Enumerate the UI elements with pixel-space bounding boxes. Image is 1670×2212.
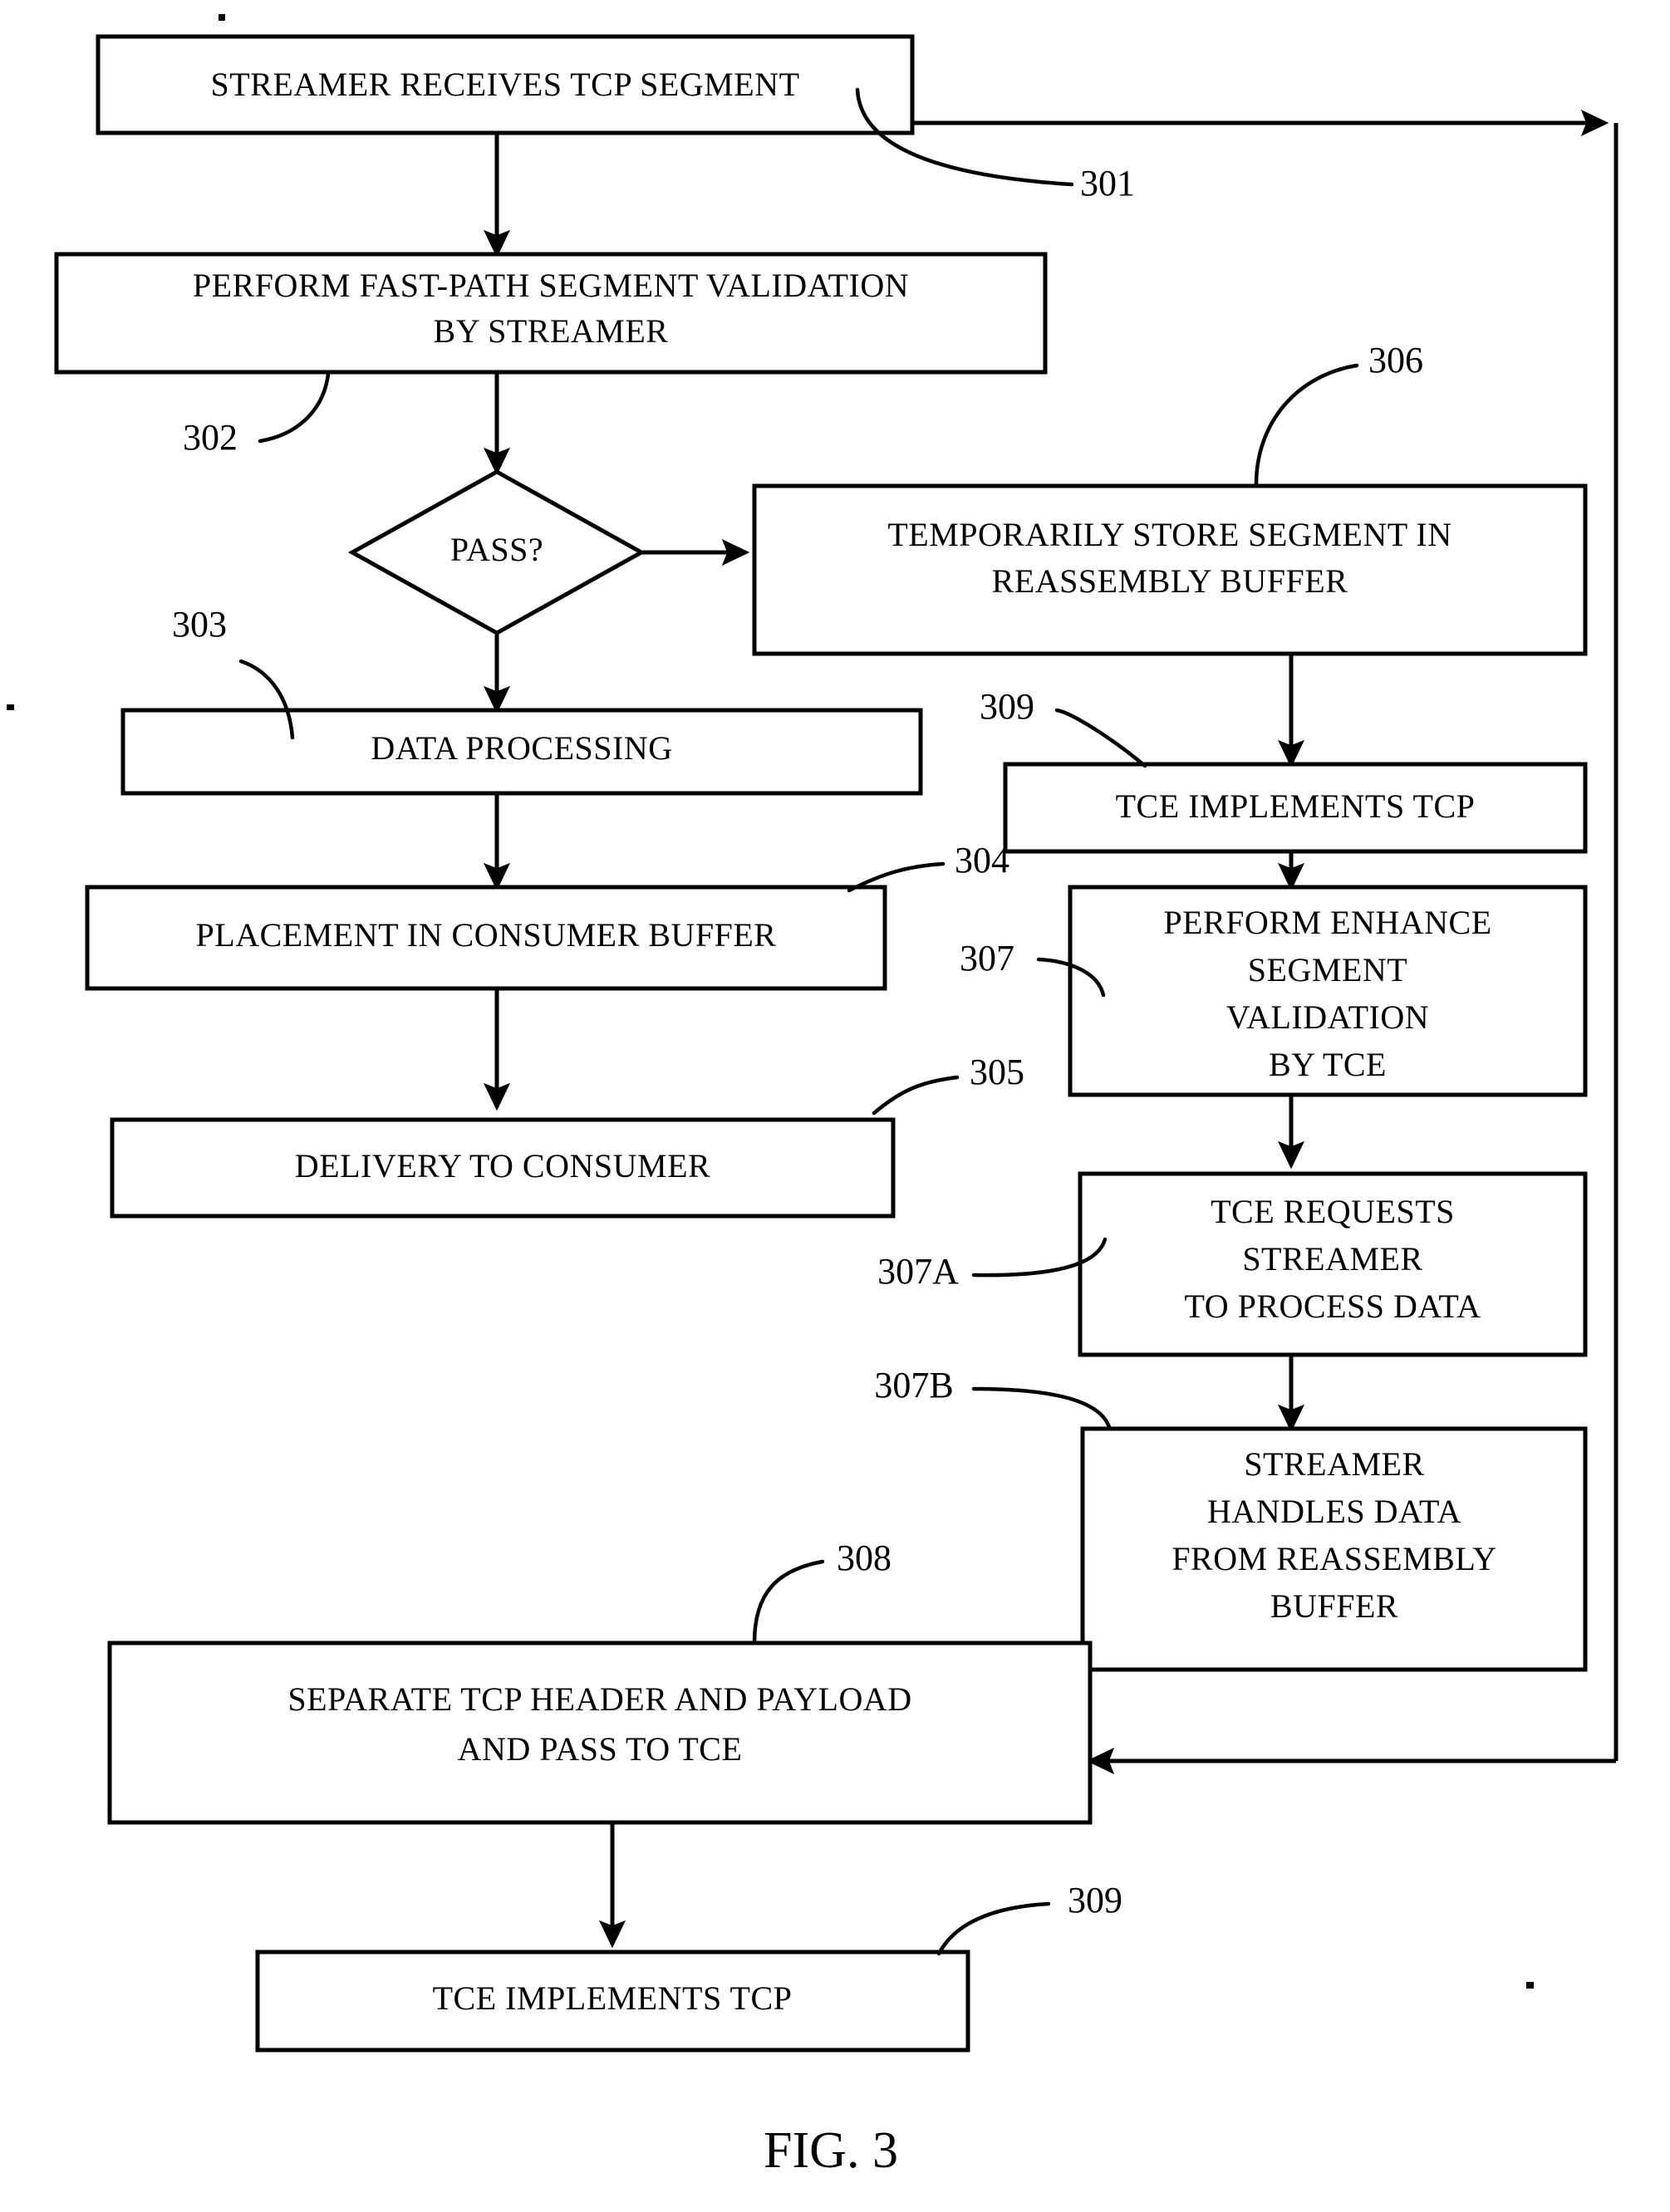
node-306[interactable]: TEMPORARILY STORE SEGMENT IN REASSEMBLY … [752,483,1588,656]
ref-304: 304 [955,840,1009,880]
leader-309-top [1054,708,1147,768]
leader-307B [971,1386,1112,1430]
ref-307B: 307B [874,1365,953,1405]
leader-306 [1254,363,1359,487]
ref-308: 308 [837,1538,891,1578]
node-301[interactable]: STREAMER RECEIVES TCP SEGMENT [96,34,915,135]
ref-302: 302 [183,417,238,458]
ref-306: 306 [1368,340,1423,380]
node-302-label-line1: PERFORM FAST-PATH SEGMENT VALIDATION [193,267,909,304]
ref-305: 305 [970,1052,1024,1092]
ref-309-top: 309 [980,686,1034,727]
node-306-label-line1: TEMPORARILY STORE SEGMENT IN [887,516,1451,553]
node-302-label-line2: BY STREAMER [434,312,669,350]
patent-figure: STREAMER RECEIVES TCP SEGMENT 301 PERFOR… [0,0,1670,2212]
node-307B[interactable]: STREAMER HANDLES DATA FROM REASSEMBLY BU… [1080,1426,1588,1672]
node-309-top[interactable]: TCE IMPLEMENTS TCP [1003,762,1588,854]
node-303-label: DATA PROCESSING [371,729,672,767]
node-307B-label-line4: BUFFER [1270,1587,1398,1625]
node-307-label-line1: PERFORM ENHANCE [1163,904,1491,941]
node-305-label: DELIVERY TO CONSUMER [295,1147,710,1184]
node-307[interactable]: PERFORM ENHANCE SEGMENT VALIDATION BY TC… [1068,885,1588,1097]
node-pass-label: PASS? [450,531,543,568]
node-307-label-line2: SEGMENT [1248,951,1407,988]
node-307A-label-line2: STREAMER [1242,1240,1422,1278]
node-303[interactable]: DATA PROCESSING [120,708,923,796]
ref-301: 301 [1080,163,1135,204]
leader-308 [752,1559,825,1646]
ref-303: 303 [172,604,227,645]
scan-speck [7,704,14,710]
node-304[interactable]: PLACEMENT IN CONSUMER BUFFER [85,885,887,991]
node-305[interactable]: DELIVERY TO CONSUMER [110,1117,896,1219]
ref-307A: 307A [877,1251,959,1292]
node-309-top-label: TCE IMPLEMENTS TCP [1116,787,1476,825]
node-309-bottom-label: TCE IMPLEMENTS TCP [433,1979,793,2017]
scan-speck [1526,1982,1534,1989]
node-307B-label-line1: STREAMER [1244,1445,1424,1483]
ref-307: 307 [960,938,1014,978]
node-307A-label-line3: TO PROCESS DATA [1185,1287,1481,1325]
node-308-label-line1: SEPARATE TCP HEADER AND PAYLOAD [287,1680,911,1718]
node-307B-label-line3: FROM REASSEMBLY [1171,1540,1496,1577]
node-307-label-line3: VALIDATION [1226,998,1429,1036]
node-306-label-line2: REASSEMBLY BUFFER [992,562,1348,600]
node-307A-label-line1: TCE REQUESTS [1211,1193,1455,1230]
node-308[interactable]: SEPARATE TCP HEADER AND PAYLOAD AND PASS… [107,1641,1093,1825]
node-304-label: PLACEMENT IN CONSUMER BUFFER [196,916,777,954]
node-301-label: STREAMER RECEIVES TCP SEGMENT [210,66,799,103]
node-307B-label-line2: HANDLES DATA [1207,1493,1461,1530]
leader-302 [258,371,331,444]
scan-speck [219,14,225,21]
flowchart-canvas: STREAMER RECEIVES TCP SEGMENT 301 PERFOR… [7,14,1618,2179]
node-307A[interactable]: TCE REQUESTS STREAMER TO PROCESS DATA [1078,1171,1588,1357]
leader-305 [872,1075,960,1116]
node-302[interactable]: PERFORM FAST-PATH SEGMENT VALIDATION BY … [54,252,1048,375]
node-pass-decision[interactable]: PASS? [347,469,646,635]
node-309-bottom[interactable]: TCE IMPLEMENTS TCP [255,1950,970,2053]
node-308-label-line2: AND PASS TO TCE [458,1730,743,1768]
ref-309-bottom: 309 [1068,1880,1122,1920]
figure-caption: FIG. 3 [764,2122,898,2179]
node-307-label-line4: BY TCE [1269,1046,1387,1083]
leader-309-bottom [936,1901,1051,1956]
